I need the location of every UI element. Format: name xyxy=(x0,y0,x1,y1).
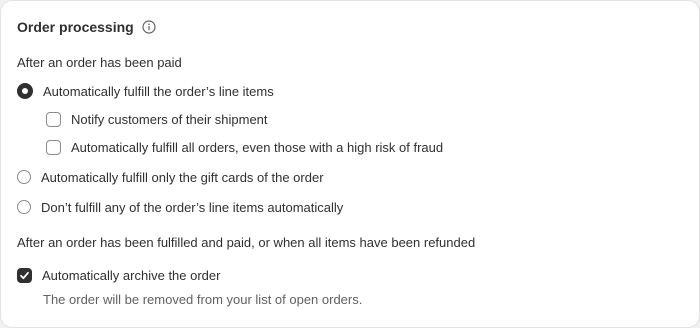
paid-section-label: After an order has been paid xyxy=(17,55,182,70)
fulfilled-section-label: After an order has been fulfilled and pa… xyxy=(17,235,476,250)
card-title: Order processing xyxy=(17,19,134,35)
checkbox[interactable] xyxy=(17,267,32,283)
checkmark-icon xyxy=(20,271,29,279)
checkbox-option-notify-customers[interactable]: Notify customers of their shipment xyxy=(46,109,268,129)
checkbox[interactable] xyxy=(46,139,61,155)
radio-option-dont-fulfill[interactable]: Don’t fulfill any of the order’s line it… xyxy=(17,197,343,217)
checkbox-label[interactable]: Automatically fulfill all orders, even t… xyxy=(71,140,443,155)
info-circle-icon[interactable] xyxy=(142,20,156,34)
checkbox-label[interactable]: Automatically archive the order xyxy=(42,268,220,283)
radio-button[interactable] xyxy=(17,170,31,184)
archive-help-text: The order will be removed from your list… xyxy=(43,292,363,307)
checkbox-option-archive-order[interactable]: Automatically archive the order xyxy=(17,265,220,285)
radio-label[interactable]: Automatically fulfill only the gift card… xyxy=(41,170,324,185)
radio-option-fulfill-line-items[interactable]: Automatically fulfill the order’s line i… xyxy=(17,81,274,101)
checkbox-option-fulfill-high-risk[interactable]: Automatically fulfill all orders, even t… xyxy=(46,137,443,157)
card-header: Order processing xyxy=(17,17,156,37)
radio-label[interactable]: Automatically fulfill the order’s line i… xyxy=(43,84,274,99)
radio-button[interactable] xyxy=(17,83,33,99)
radio-label[interactable]: Don’t fulfill any of the order’s line it… xyxy=(41,200,343,215)
checkbox-label[interactable]: Notify customers of their shipment xyxy=(71,112,268,127)
order-processing-card: Order processing After an order has been… xyxy=(0,0,700,328)
checkbox[interactable] xyxy=(46,111,61,127)
radio-button[interactable] xyxy=(17,200,31,214)
radio-option-gift-cards-only[interactable]: Automatically fulfill only the gift card… xyxy=(17,167,324,187)
